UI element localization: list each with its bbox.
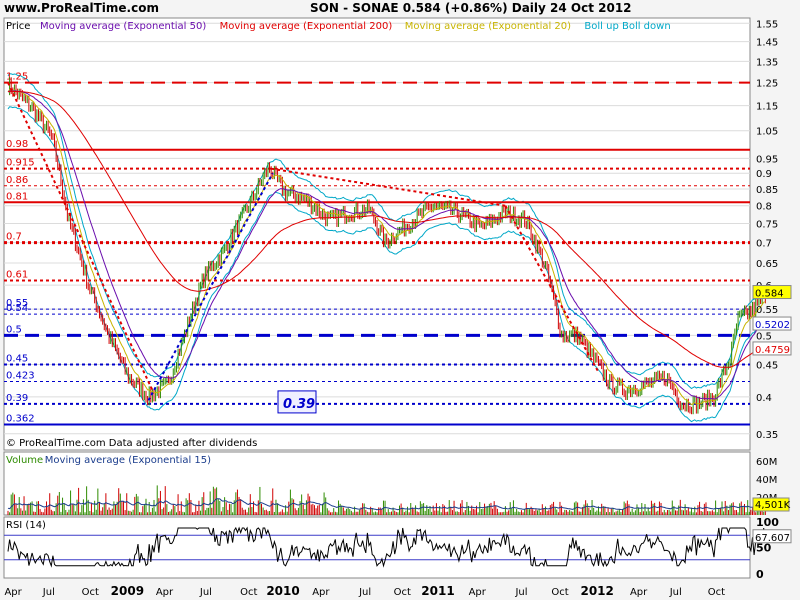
volume-axis-label: 60M <box>756 457 777 468</box>
price-panel: 1.250.980.9150.860.810.70.610.550.540.50… <box>3 17 792 451</box>
quote-header: SON - SONAE 0.584 (+0.86%) Daily 24 Oct … <box>310 1 632 15</box>
x-tick-label: Oct <box>708 587 725 598</box>
x-tick-label: Jul <box>514 587 527 598</box>
y-tick-label: 0.5 <box>756 331 772 342</box>
level-label: 0.98 <box>6 139 28 150</box>
y-tick-label: 0.7 <box>756 239 772 250</box>
site-header-link[interactable]: www.ProRealTime.com <box>4 0 159 16</box>
x-tick-label: Jul <box>358 587 371 598</box>
x-tick-label: Jul <box>42 587 55 598</box>
level-label: 0.362 <box>6 413 35 424</box>
x-tick-label: Oct <box>551 587 568 598</box>
x-tick-label: Oct <box>82 587 99 598</box>
price-legend-item: Boll up Boll down <box>584 21 670 32</box>
y-tick-label: 1.25 <box>756 79 778 90</box>
level-label: 0.915 <box>6 158 35 169</box>
y-tick-label: 1.45 <box>756 38 778 49</box>
price-tag-label: 0.4759 <box>755 345 790 356</box>
y-tick-label: 0.65 <box>756 259 778 270</box>
rsi-tag-label: 67.607 <box>755 533 790 544</box>
y-tick-label: 1.55 <box>756 19 778 30</box>
level-label: 0.45 <box>6 353 28 364</box>
level-label: 0.39 <box>6 393 28 404</box>
y-tick-label: 0.35 <box>756 430 778 441</box>
y-tick-label: 0.9 <box>756 169 772 180</box>
level-label: 0.7 <box>6 232 22 243</box>
x-tick-label: Jul <box>199 587 212 598</box>
level-label: 0.86 <box>6 175 28 186</box>
x-tick-label: 2011 <box>421 584 454 598</box>
y-tick-label: 0.8 <box>756 202 772 213</box>
x-tick-label: Apr <box>156 587 174 598</box>
x-tick-label: Oct <box>394 587 411 598</box>
price-legend-item: Moving average (Exponential 20) <box>405 21 571 32</box>
x-tick-label: Oct <box>240 587 257 598</box>
x-tick-label: Apr <box>469 587 487 598</box>
volume-tag-label: 4,501K <box>755 500 791 511</box>
level-label: 0.5 <box>6 324 22 335</box>
y-tick-label: 0.4 <box>756 393 772 404</box>
rsi-legend: RSI (14) <box>6 520 46 531</box>
price-legend-item: Price <box>6 21 30 32</box>
rsi-axis-label: 0 <box>756 568 764 581</box>
price-footer: © ProRealTime.com Data adjusted after di… <box>6 438 257 449</box>
price-legend-item: Moving average (Exponential 200) <box>220 21 393 32</box>
volume-legend-item: Volume <box>6 455 43 466</box>
y-tick-label: 1.15 <box>756 102 778 113</box>
level-box-label: 0.39 <box>283 397 315 412</box>
level-label: 0.81 <box>6 191 28 202</box>
level-label: 0.61 <box>6 270 28 281</box>
x-tick-label: Apr <box>630 587 648 598</box>
x-tick-label: Apr <box>4 587 22 598</box>
x-tick-label: 2009 <box>111 584 144 598</box>
y-tick-label: 1.35 <box>756 57 778 68</box>
stock-chart: 1.250.980.9150.860.810.70.610.550.540.50… <box>0 0 800 600</box>
x-tick-label: Jul <box>669 587 682 598</box>
y-tick-label: 0.85 <box>756 185 778 196</box>
volume-panel: Volume Moving average (Exponential 15) 60M… <box>3 451 791 516</box>
x-tick-label: Apr <box>312 587 330 598</box>
volume-legend-item: Moving average (Exponential 15) <box>45 455 211 466</box>
rsi-panel: RSI (14) 10050067.607 <box>3 516 792 581</box>
y-tick-label: 0.55 <box>756 305 778 316</box>
level-label: 0.54 <box>6 303 28 314</box>
price-tag-label: 0.5202 <box>755 320 790 331</box>
y-tick-label: 0.95 <box>756 154 778 165</box>
price-legend-item: Moving average (Exponential 50) <box>40 21 206 32</box>
x-tick-label: 2010 <box>266 584 299 598</box>
volume-axis-label: 40M <box>756 475 777 486</box>
y-tick-label: 0.75 <box>756 220 778 231</box>
x-tick-label: 2012 <box>580 584 613 598</box>
rsi-plot-area <box>3 516 751 579</box>
level-label: 0.423 <box>6 371 35 382</box>
y-tick-label: 1.05 <box>756 127 778 138</box>
rsi-axis-label: 100 <box>756 516 779 529</box>
y-tick-label: 0.45 <box>756 360 778 371</box>
price-tag-label: 0.584 <box>755 289 784 300</box>
